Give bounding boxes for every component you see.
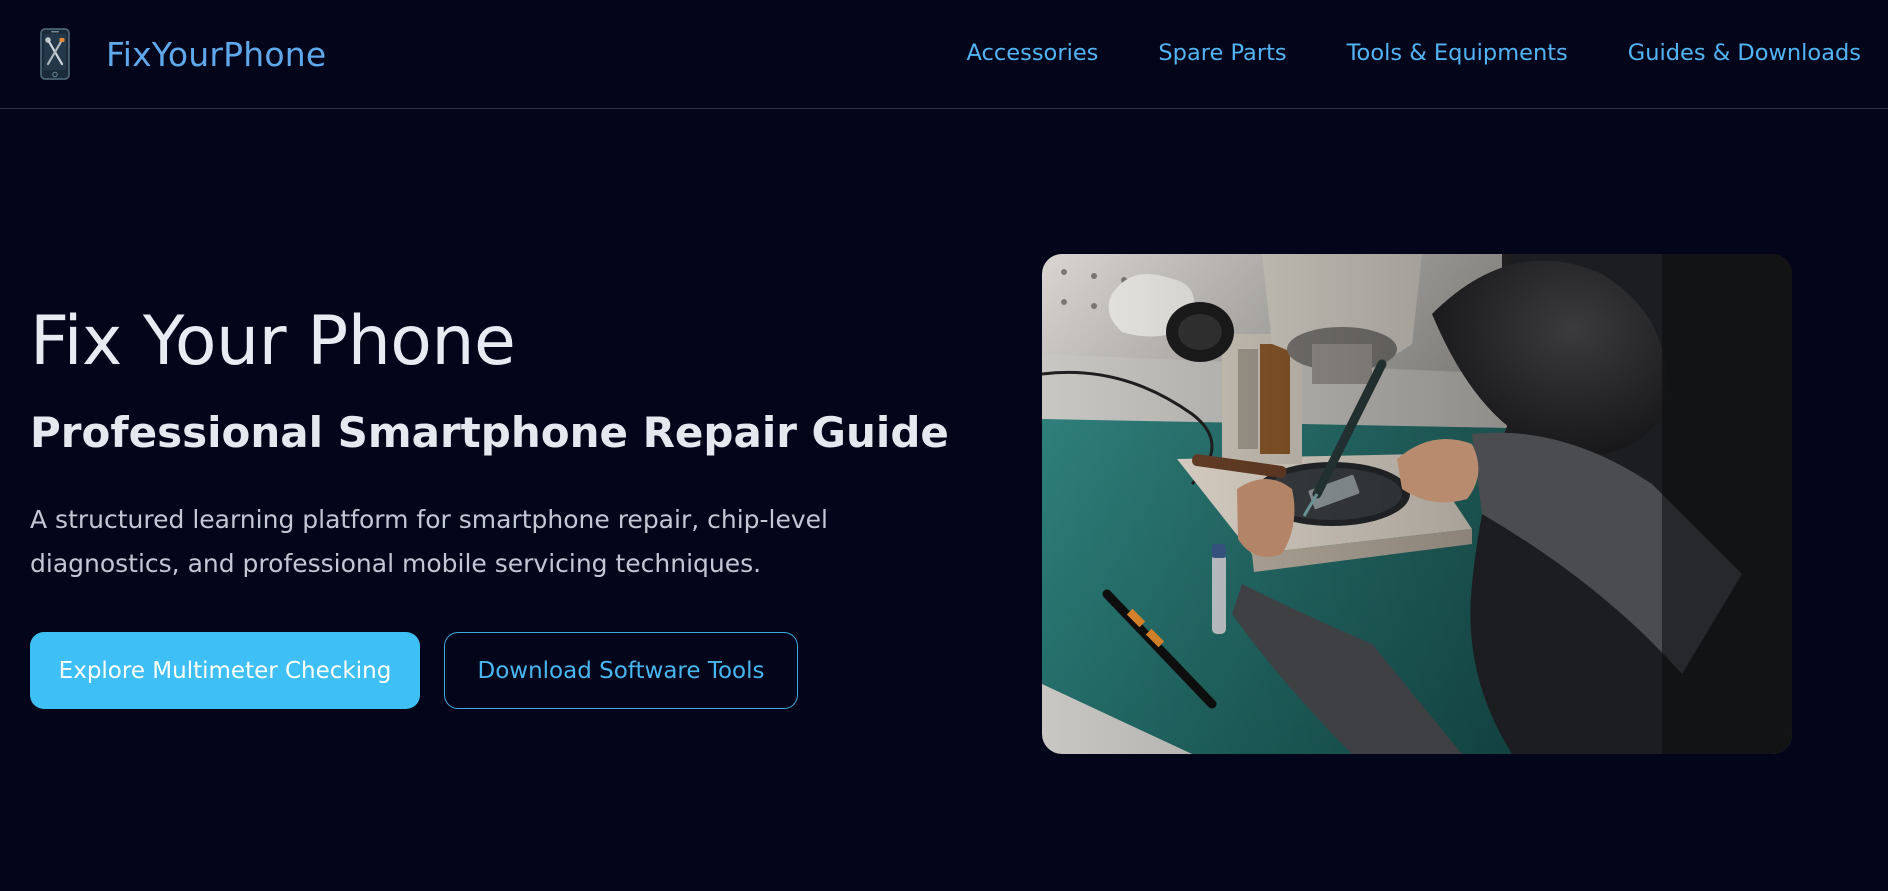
hero-subtitle: Professional Smartphone Repair Guide xyxy=(30,408,949,457)
nav-tools-equipments[interactable]: Tools & Equipments xyxy=(1347,40,1568,66)
technician-microscope-photo xyxy=(1042,254,1792,754)
download-software-button[interactable]: Download Software Tools xyxy=(444,632,798,709)
nav-guides-downloads[interactable]: Guides & Downloads xyxy=(1628,40,1861,66)
phone-tools-icon xyxy=(40,28,70,80)
main-nav: Accessories Spare Parts Tools & Equipmen… xyxy=(967,40,1861,66)
brand-name: FixYourPhone xyxy=(106,34,327,74)
nav-spare-parts[interactable]: Spare Parts xyxy=(1158,40,1286,66)
hero-description: A structured learning platform for smart… xyxy=(30,505,828,578)
hero-title: Fix Your Phone xyxy=(30,302,516,381)
top-navbar: FixYourPhone Accessories Spare Parts Too… xyxy=(0,0,1888,109)
explore-multimeter-button[interactable]: Explore Multimeter Checking xyxy=(30,632,420,709)
nav-accessories[interactable]: Accessories xyxy=(967,40,1099,66)
brand-link[interactable]: FixYourPhone xyxy=(40,28,326,80)
